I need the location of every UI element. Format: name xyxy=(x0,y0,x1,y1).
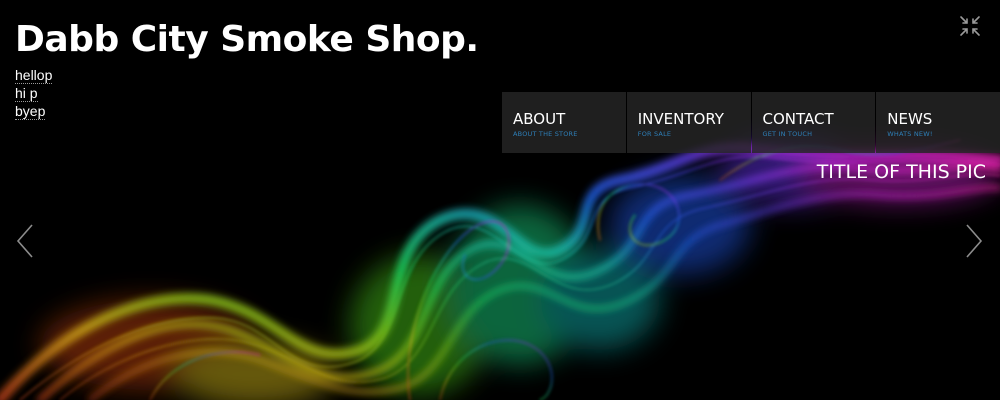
mini-link-item[interactable]: hellop xyxy=(15,66,53,84)
mini-link-item[interactable]: hi p xyxy=(15,84,52,102)
nav-sublabel: WHATS NEW! xyxy=(887,130,933,138)
nav-sublabel: FOR SALE xyxy=(637,130,672,138)
site-title: Dabb City Smoke Shop. xyxy=(15,19,479,60)
mini-link-label[interactable]: hellop xyxy=(15,67,53,84)
main-nav: ABOUT ABOUT THE STORE INVENTORY FOR SALE… xyxy=(502,92,1000,153)
fullscreen-button[interactable] xyxy=(959,15,981,37)
nav-item-contact[interactable]: CONTACT GET IN TOUCH xyxy=(751,92,876,153)
nav-sublabel: GET IN TOUCH xyxy=(762,130,813,138)
nav-label: ABOUT xyxy=(513,110,566,128)
chevron-left-icon xyxy=(16,224,33,258)
nav-label: NEWS xyxy=(887,110,933,128)
prev-slide-button[interactable] xyxy=(14,222,36,260)
nav-sublabel: ABOUT THE STORE xyxy=(513,130,578,138)
fullscreen-icon xyxy=(960,16,980,36)
chevron-right-icon xyxy=(966,224,983,258)
nav-item-news[interactable]: NEWS WHATS NEW! xyxy=(876,92,1000,153)
mini-link-label[interactable]: hi p xyxy=(15,85,38,102)
mini-link-item[interactable]: byep xyxy=(15,102,52,120)
nav-item-about[interactable]: ABOUT ABOUT THE STORE xyxy=(502,92,626,153)
page: Dabb City Smoke Shop. hellop hi p byep A… xyxy=(0,0,1000,400)
mini-links: hellop hi p byep xyxy=(15,66,53,120)
nav-label: CONTACT xyxy=(762,110,834,128)
next-slide-button[interactable] xyxy=(963,222,985,260)
nav-label: INVENTORY xyxy=(637,110,724,128)
nav-item-inventory[interactable]: INVENTORY FOR SALE xyxy=(626,92,751,153)
mini-link-label[interactable]: byep xyxy=(15,103,46,120)
slide-caption: TITLE OF THIS PIC xyxy=(816,161,986,183)
